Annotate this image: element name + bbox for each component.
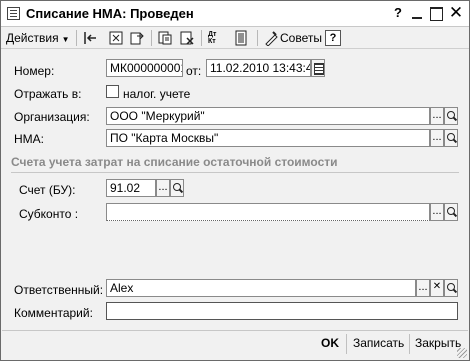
tax-accounting-checkbox[interactable] xyxy=(106,85,119,98)
advice-button[interactable]: Советы xyxy=(264,30,322,47)
toolbar: Действия ▼ Дт Кт Советы ? xyxy=(1,27,469,49)
nma-select-button[interactable]: ... xyxy=(430,129,444,147)
title-bar: Списание НМА: Проведен ? ✕ xyxy=(1,1,469,27)
responsible-select-button[interactable]: ... xyxy=(416,279,430,297)
responsible-label: Ответственный: xyxy=(14,283,104,297)
organization-select-button[interactable]: ... xyxy=(430,107,444,125)
lightbulb-icon xyxy=(265,31,278,47)
dropdown-arrow-icon: ▼ xyxy=(61,35,70,44)
ok-button[interactable]: OK xyxy=(321,336,339,350)
window-title: Списание НМА: Проведен xyxy=(26,6,194,21)
tax-checkbox-label: налог. учете xyxy=(123,87,191,101)
maximize-button[interactable] xyxy=(428,5,444,21)
dt-kt-icon[interactable]: Дт Кт xyxy=(207,30,223,46)
print-form-icon[interactable] xyxy=(108,30,124,46)
responsible-field[interactable]: Alex xyxy=(106,279,416,297)
nma-search-icon[interactable] xyxy=(444,129,458,147)
footer-separator xyxy=(346,334,347,354)
post-document-icon[interactable] xyxy=(82,30,98,46)
account-select-button[interactable]: ... xyxy=(156,179,170,197)
refresh-icon[interactable] xyxy=(129,30,145,46)
actions-menu-label: Действия xyxy=(6,31,59,45)
document-icon xyxy=(7,7,20,20)
actions-menu-button[interactable]: Действия ▼ xyxy=(6,31,70,45)
toolbar-separator xyxy=(257,30,258,46)
help-window-button[interactable]: ? xyxy=(390,5,406,21)
organization-field[interactable]: ООО "Меркурий" xyxy=(106,107,430,125)
toolbar-separator xyxy=(151,30,152,46)
toolbar-separator xyxy=(201,30,202,46)
resize-grip-icon[interactable] xyxy=(457,348,467,358)
subconto-search-icon[interactable] xyxy=(444,203,458,221)
account-label: Счет (БУ): xyxy=(19,183,76,197)
number-field[interactable]: МК000000001 xyxy=(106,59,183,77)
dt-kt-label: Дт Кт xyxy=(208,31,217,45)
responsible-search-icon[interactable] xyxy=(444,279,458,297)
account-search-icon[interactable] xyxy=(170,179,184,197)
comment-field[interactable] xyxy=(106,302,458,320)
toolbar-separator xyxy=(76,30,77,46)
comment-label: Комментарий: xyxy=(14,306,93,320)
date-field[interactable]: 11.02.2010 13:43:42 xyxy=(206,59,311,77)
section-divider xyxy=(11,172,459,173)
copy-document-icon[interactable] xyxy=(157,30,173,46)
close-window-button[interactable]: ✕ xyxy=(448,4,464,21)
nma-label: НМА: xyxy=(14,132,44,146)
subconto-select-button[interactable]: ... xyxy=(430,203,444,221)
calendar-icon[interactable] xyxy=(311,59,325,77)
minimize-button[interactable] xyxy=(409,5,425,21)
responsible-clear-icon[interactable]: ✕ xyxy=(430,279,444,297)
close-button[interactable]: Закрыть xyxy=(415,336,461,350)
help-button[interactable]: ? xyxy=(325,30,341,46)
organization-search-icon[interactable] xyxy=(444,107,458,125)
number-label: Номер: xyxy=(14,64,55,78)
journal-icon[interactable] xyxy=(233,30,249,46)
delete-document-icon[interactable] xyxy=(179,30,195,46)
save-button[interactable]: Записать xyxy=(353,336,404,350)
account-field[interactable]: 91.02 xyxy=(106,179,156,197)
subconto-field[interactable] xyxy=(106,203,430,221)
footer-divider xyxy=(2,330,468,331)
section-title: Счета учета затрат на списание остаточно… xyxy=(11,155,338,169)
nma-field[interactable]: ПО "Карта Москвы" xyxy=(106,129,430,147)
reflect-label: Отражать в: xyxy=(14,87,82,101)
subconto-label: Субконто : xyxy=(19,207,79,221)
footer-separator xyxy=(409,334,410,354)
from-label: от: xyxy=(186,64,202,78)
organization-label: Организация: xyxy=(14,110,90,124)
document-window: Списание НМА: Проведен ? ✕ Действия ▼ Дт … xyxy=(0,0,470,361)
advice-label: Советы xyxy=(280,31,322,45)
